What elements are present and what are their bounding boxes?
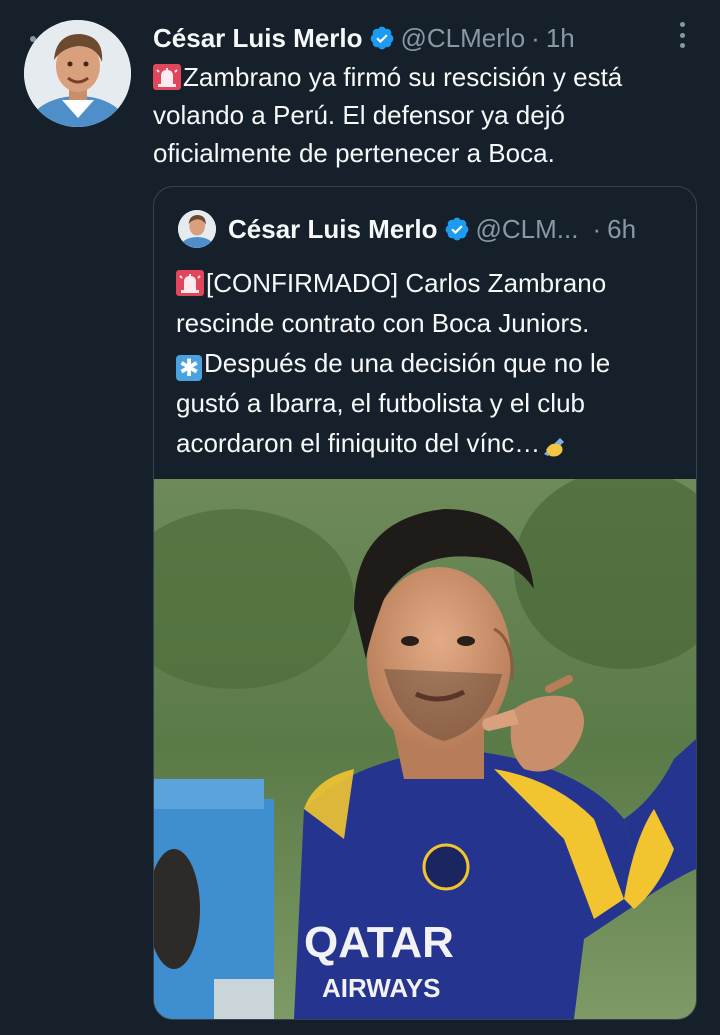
tweet-text: Zambrano ya firmó su rescisión y está vo… [153, 62, 623, 168]
quoted-author-avatar [178, 210, 216, 248]
author-handle[interactable]: @CLMerlo [401, 23, 526, 54]
verified-badge-icon [370, 26, 393, 50]
more-options-icon[interactable] [678, 22, 686, 48]
siren-emoji-icon [153, 64, 181, 90]
writing-hand-emoji-icon [544, 438, 565, 457]
player-photo: QATAR AIRWAYS [154, 479, 696, 1019]
tweet-header: César Luis Merlo @CLMerlo · 1h [153, 18, 690, 58]
tweet-body: Zambrano ya firmó su rescisión y está vo… [153, 58, 693, 172]
author-name[interactable]: César Luis Merlo [153, 23, 363, 54]
quoted-tweet-media-image[interactable]: QATAR AIRWAYS [154, 479, 696, 1019]
quoted-tweet-timestamp: 6h [607, 213, 637, 244]
tweet-timestamp[interactable]: 1h [546, 23, 575, 54]
quoted-author-handle: @CLM... [475, 213, 579, 244]
quoted-author-name: César Luis Merlo [228, 213, 438, 244]
verified-badge-icon [445, 217, 468, 241]
asterisk-emoji-icon: ✱ [176, 355, 202, 382]
quoted-tweet-header: César Luis Merlo @CLM... · 6h [178, 209, 678, 249]
siren-emoji-icon [176, 270, 204, 296]
quoted-tweet-body: [CONFIRMADO] Carlos Zambrano rescinde co… [176, 263, 676, 463]
quoted-author-avatar-image [178, 210, 216, 248]
author-avatar-image [24, 20, 131, 127]
shirt-sponsor-text-2: AIRWAYS [322, 973, 441, 1003]
author-avatar[interactable] [24, 20, 131, 127]
shirt-sponsor-text-1: QATAR [304, 918, 454, 967]
quoted-tweet-card[interactable]: César Luis Merlo @CLM... · 6h [CONFIRMAD… [153, 186, 697, 1020]
quoted-header-separator: · [592, 213, 602, 244]
quoted-tweet-line1: [CONFIRMADO] Carlos Zambrano rescinde co… [176, 268, 607, 338]
header-separator: · [531, 22, 540, 53]
